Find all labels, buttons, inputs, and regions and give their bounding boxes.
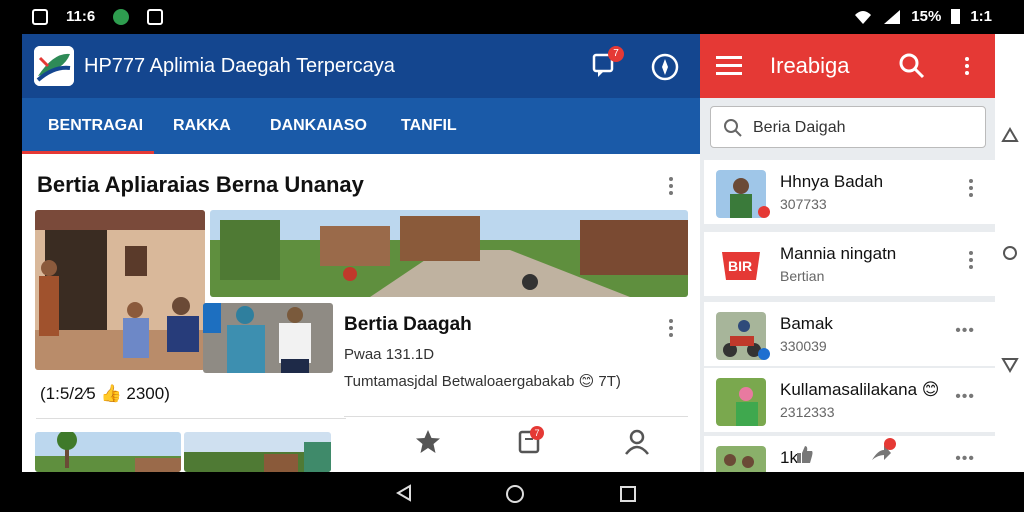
- menu-icon[interactable]: [716, 56, 742, 76]
- side-list-item[interactable]: Bamak 330039 •••: [704, 302, 995, 366]
- thumbs-up-icon[interactable]: [794, 444, 814, 464]
- side-list-item[interactable]: BIR Mannia ningatn Bertian: [704, 232, 995, 296]
- carrier-text: 1:1: [970, 8, 992, 25]
- navigation-bar: [0, 472, 1024, 512]
- notification-dot: [758, 206, 770, 218]
- item-sub: 307733: [780, 196, 827, 212]
- screenshot-icon: [147, 8, 164, 25]
- main-app-window: HP777 Aplimia Daegah Terpercaya 7 BENTRA…: [22, 34, 700, 472]
- search-icon: [724, 119, 742, 137]
- news-photo-palm[interactable]: [35, 432, 181, 472]
- chat-badge: 7: [608, 46, 624, 62]
- app-title: HP777 Aplimia Daegah Terpercaya: [84, 55, 395, 77]
- side-more-icon[interactable]: [964, 54, 970, 76]
- app-logo[interactable]: [34, 46, 74, 86]
- item-name: Kullamasalilakana 😊: [780, 380, 940, 399]
- notification-icon: [32, 8, 48, 25]
- side-search-value: Beria Daigah: [753, 119, 846, 136]
- compass-icon[interactable]: [650, 52, 680, 82]
- item-logo-text: BIR: [728, 258, 753, 274]
- news-photo-house[interactable]: [35, 210, 205, 370]
- tab-bar: BENTRAGAI RAKKA DANKAIASO TANFIL: [22, 98, 700, 154]
- item-name: Mannia ningatn: [780, 244, 897, 263]
- item-sub: 330039: [780, 338, 827, 354]
- card-title[interactable]: Bertia Daagah: [344, 314, 472, 336]
- news-photo-village[interactable]: [184, 432, 331, 472]
- item-more-icon[interactable]: •••: [955, 322, 975, 340]
- news-photo-street[interactable]: [210, 210, 688, 297]
- card-description: Tumtamasjdal Betwaloaergabakab 😊 7T): [344, 373, 621, 390]
- side-panel: Ireabiga Beria Daigah Hhnya Badah 307733…: [700, 34, 995, 472]
- divider: [344, 416, 688, 417]
- people-photo-illustration: [716, 446, 766, 472]
- tab-1[interactable]: RAKKA: [173, 98, 231, 154]
- item-more-icon[interactable]: •••: [955, 388, 975, 406]
- device-screen: 11:6 15% 1:1 HP777 Aplimia Daegah Terper…: [0, 0, 1024, 512]
- home-icon[interactable]: [505, 484, 525, 504]
- triangle-down-icon[interactable]: [1001, 356, 1019, 374]
- tab-0[interactable]: BENTRAGAI: [22, 98, 154, 154]
- item-sub: 2312333: [780, 404, 835, 420]
- news-photo-people[interactable]: [203, 303, 333, 373]
- item-thumbnail: [716, 446, 766, 472]
- item-name: Bamak: [780, 314, 833, 333]
- card-meta: Pwaa 131.1D: [344, 346, 435, 363]
- wifi-icon: [855, 10, 872, 24]
- card-more-icon[interactable]: [668, 316, 674, 338]
- section-more-icon[interactable]: [668, 174, 674, 196]
- item-more-icon[interactable]: [968, 176, 974, 198]
- side-list-item[interactable]: 1k •••: [704, 436, 995, 472]
- item-sub: Bertian: [780, 268, 825, 284]
- star-icon[interactable]: [414, 428, 442, 456]
- app-notification-icon: [113, 8, 130, 25]
- divider: [36, 418, 346, 419]
- tab-2[interactable]: DANKAIASO: [270, 98, 367, 154]
- side-list-item[interactable]: Kullamasalilakana 😊 2312333 •••: [704, 368, 995, 432]
- system-side-strip: [995, 34, 1024, 472]
- search-icon[interactable]: [899, 53, 925, 79]
- photo-caption: (1:5/2⁄5 👍 2300): [40, 384, 170, 403]
- battery-text: 15%: [911, 8, 942, 25]
- palm-photo-illustration: [35, 432, 181, 472]
- side-search-input[interactable]: Beria Daigah: [710, 106, 986, 148]
- street-photo-illustration: [210, 210, 688, 297]
- people-photo-illustration: [203, 303, 333, 373]
- triangle-up-icon[interactable]: [1001, 126, 1019, 144]
- app-bar: HP777 Aplimia Daegah Terpercaya 7: [22, 34, 700, 98]
- status-bar: 11:6 15% 1:1: [0, 0, 1024, 34]
- logo-leaf-icon: [34, 46, 74, 86]
- item-name: Hhnya Badah: [780, 172, 884, 191]
- item-thumbnail: [716, 378, 766, 426]
- notes-badge: 7: [530, 426, 544, 440]
- side-list-item[interactable]: Hhnya Badah 307733: [704, 160, 995, 224]
- circle-icon[interactable]: [1001, 244, 1019, 262]
- side-app-bar: Ireabiga: [700, 34, 995, 98]
- notification-dot: [758, 348, 770, 360]
- signal-icon: [884, 9, 901, 24]
- recents-icon[interactable]: [619, 485, 637, 503]
- item-logo: BIR: [716, 242, 766, 290]
- profile-icon[interactable]: [623, 428, 651, 456]
- item-more-icon[interactable]: [968, 248, 974, 270]
- village-photo-illustration: [184, 432, 331, 472]
- battery-icon: [951, 9, 961, 24]
- tab-3[interactable]: TANFIL: [401, 98, 457, 154]
- section-title: Bertia Apliaraias Berna Unanay: [37, 172, 364, 197]
- status-time: 11:6: [66, 8, 96, 25]
- house-photo-illustration: [35, 210, 205, 370]
- back-icon[interactable]: [395, 484, 413, 502]
- woman-photo-illustration: [716, 378, 766, 426]
- share-badge: [884, 438, 896, 450]
- side-title: Ireabiga: [770, 53, 850, 78]
- item-more-icon[interactable]: •••: [955, 450, 975, 468]
